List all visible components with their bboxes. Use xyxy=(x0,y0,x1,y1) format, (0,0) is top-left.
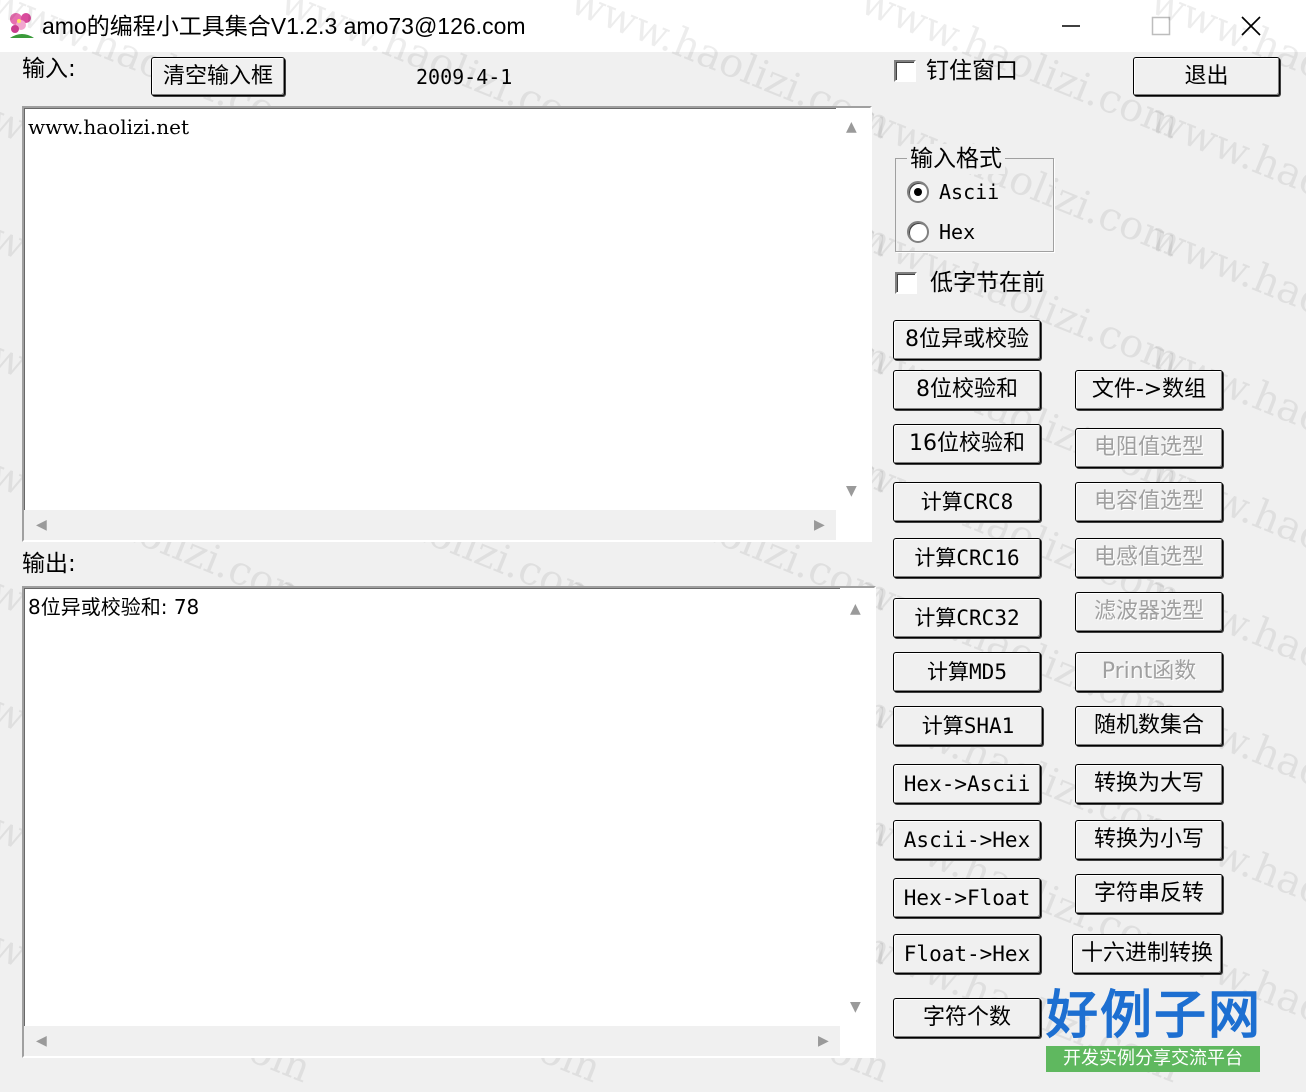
minimize-icon xyxy=(1062,25,1080,27)
output-label: 输出: xyxy=(22,551,76,577)
scroll-left-icon[interactable]: ◀ xyxy=(36,518,47,532)
title-bar: amo的编程小工具集合V1.2.3 amo73@126.com xyxy=(0,0,1306,52)
scroll-up-icon[interactable]: ▲ xyxy=(850,602,861,616)
print-function-button[interactable]: Print函数 xyxy=(1075,652,1223,692)
crc32-button[interactable]: 计算CRC32 xyxy=(893,598,1041,638)
pin-window-label: 钉住窗口 xyxy=(926,58,1018,84)
file-to-array-button[interactable]: 文件->数组 xyxy=(1075,370,1223,410)
maximize-icon xyxy=(1151,16,1171,36)
scroll-down-icon[interactable]: ▼ xyxy=(850,1000,861,1014)
low-byte-first-label: 低字节在前 xyxy=(930,270,1045,296)
output-text: 8位异或校验和: 78 xyxy=(28,595,200,619)
input-format-title: 输入格式 xyxy=(907,144,1005,174)
hex-to-ascii-button[interactable]: Hex->Ascii xyxy=(893,764,1041,804)
maximize-button[interactable] xyxy=(1116,0,1206,52)
to-lowercase-button[interactable]: 转换为小写 xyxy=(1075,820,1223,860)
pin-window-checkbox[interactable] xyxy=(894,60,916,82)
resistor-select-button[interactable]: 电阻值选型 xyxy=(1075,428,1223,468)
exit-button[interactable]: 退出 xyxy=(1133,57,1280,96)
ascii-to-hex-button[interactable]: Ascii->Hex xyxy=(893,820,1041,860)
float-to-hex-button[interactable]: Float->Hex xyxy=(893,934,1041,974)
watermark-text: www.haolizi.com xyxy=(1143,331,1306,503)
sha1-button[interactable]: 计算SHA1 xyxy=(893,706,1043,746)
format-hex-radio[interactable] xyxy=(907,221,929,243)
output-horizontal-scrollbar[interactable]: ◀ ▶ xyxy=(24,1026,840,1056)
sum8-button[interactable]: 8位校验和 xyxy=(893,370,1041,410)
scroll-right-icon[interactable]: ▶ xyxy=(814,518,825,532)
input-vertical-scrollbar[interactable]: ▲ ▼ xyxy=(836,108,870,510)
input-text: www.haolizi.net xyxy=(28,115,190,139)
output-textarea[interactable]: 8位异或校验和: 78 ▲ ▼ ◀ ▶ xyxy=(22,586,876,1058)
crc16-button[interactable]: 计算CRC16 xyxy=(893,538,1041,578)
close-icon xyxy=(1241,16,1261,36)
format-hex-label: Hex xyxy=(939,220,976,244)
hex-convert-button[interactable]: 十六进制转换 xyxy=(1072,934,1222,974)
xor8-button[interactable]: 8位异或校验 xyxy=(893,320,1041,360)
scroll-up-icon[interactable]: ▲ xyxy=(846,120,857,134)
window-title: amo的编程小工具集合V1.2.3 amo73@126.com xyxy=(42,13,526,39)
app-flower-icon xyxy=(6,10,38,42)
close-button[interactable] xyxy=(1206,0,1296,52)
minimize-button[interactable] xyxy=(1026,0,1116,52)
sum16-button[interactable]: 16位校验和 xyxy=(893,424,1041,464)
watermark-text: www.haolizi.com xyxy=(1143,213,1306,385)
haolizi-logo-text: 好例子网 xyxy=(1046,986,1263,1046)
random-set-button[interactable]: 随机数集合 xyxy=(1075,706,1223,746)
clear-input-button[interactable]: 清空输入框 xyxy=(151,57,285,96)
input-textarea[interactable]: www.haolizi.net ▲ ▼ ◀ ▶ xyxy=(22,106,872,542)
char-count-button[interactable]: 字符个数 xyxy=(893,998,1041,1038)
low-byte-first-checkbox[interactable] xyxy=(895,272,917,294)
string-reverse-button[interactable]: 字符串反转 xyxy=(1075,874,1223,914)
input-label: 输入: xyxy=(22,56,76,82)
scroll-left-icon[interactable]: ◀ xyxy=(36,1034,47,1048)
scroll-right-icon[interactable]: ▶ xyxy=(818,1034,829,1048)
watermark-text: www.haolizi.com xyxy=(1143,95,1306,267)
md5-button[interactable]: 计算MD5 xyxy=(893,652,1041,692)
date-label: 2009-4-1 xyxy=(416,65,513,89)
inductor-select-button[interactable]: 电感值选型 xyxy=(1075,538,1223,578)
filter-select-button[interactable]: 滤波器选型 xyxy=(1075,592,1223,632)
hex-to-float-button[interactable]: Hex->Float xyxy=(893,878,1041,918)
format-ascii-label: Ascii xyxy=(939,180,1000,204)
crc8-button[interactable]: 计算CRC8 xyxy=(893,482,1041,522)
format-ascii-radio[interactable] xyxy=(907,181,929,203)
radio-selected-dot xyxy=(914,188,922,196)
haolizi-logo-subtitle: 开发实例分享交流平台 xyxy=(1046,1046,1260,1072)
capacitor-select-button[interactable]: 电容值选型 xyxy=(1075,482,1223,522)
input-horizontal-scrollbar[interactable]: ◀ ▶ xyxy=(24,510,836,540)
to-uppercase-button[interactable]: 转换为大写 xyxy=(1075,764,1223,804)
output-vertical-scrollbar[interactable]: ▲ ▼ xyxy=(840,588,874,1024)
scroll-down-icon[interactable]: ▼ xyxy=(846,484,857,498)
